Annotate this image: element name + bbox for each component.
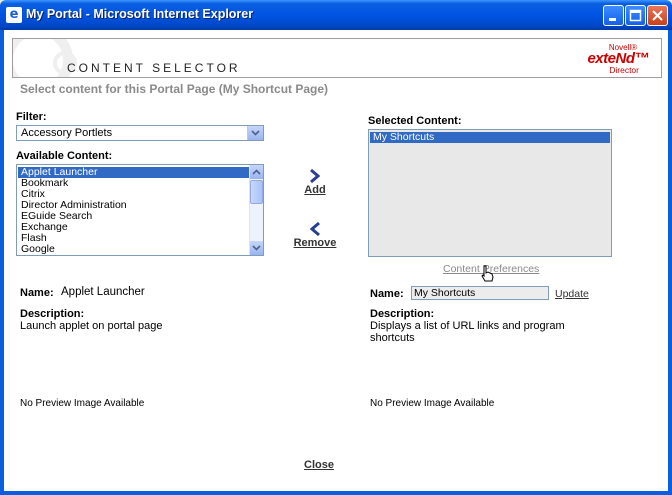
scroll-thumb[interactable]: [250, 180, 263, 204]
maximize-icon: [629, 9, 642, 22]
add-button-label: Add: [304, 184, 326, 196]
maximize-button[interactable]: [625, 5, 646, 26]
available-content-list[interactable]: Applet Launcher Bookmark Citrix Director…: [16, 164, 264, 256]
chevron-left-icon: [309, 221, 320, 237]
chevron-right-icon: [310, 168, 321, 184]
left-name-label: Name:: [20, 287, 54, 299]
minimize-button[interactable]: [603, 5, 624, 26]
window-title: My Portal - Microsoft Internet Explorer: [26, 7, 254, 21]
filter-selected-value: Accessory Portlets: [21, 127, 113, 139]
list-item[interactable]: Exchange: [18, 222, 249, 233]
filter-label: Filter:: [16, 111, 47, 123]
page-subtitle: Select content for this Portal Page (My …: [20, 82, 329, 96]
close-icon: [652, 10, 663, 21]
left-description-label: Description:: [20, 308, 85, 320]
left-preview-text: No Preview Image Available: [20, 398, 145, 409]
remove-button[interactable]: Remove: [292, 221, 338, 249]
banner-heading: CONTENT SELECTOR: [67, 61, 241, 75]
left-name-value: Applet Launcher: [61, 286, 145, 298]
minimize-icon: [609, 18, 616, 21]
right-description-label: Description:: [370, 308, 435, 320]
selected-content-list[interactable]: My Shortcuts: [368, 129, 612, 257]
add-button[interactable]: Add: [300, 168, 330, 196]
hand-cursor-icon: [481, 265, 494, 282]
left-description-value: Launch applet on portal page: [20, 320, 163, 332]
content-selector-banner: CONTENT SELECTOR Novell® exteNd™ Directo…: [12, 38, 662, 78]
available-content-label: Available Content:: [16, 150, 113, 162]
right-name-label: Name:: [370, 288, 404, 300]
name-input-value: My Shortcuts: [414, 287, 476, 299]
right-description-value: Displays a list of URL links and program…: [370, 320, 565, 344]
selected-content-label: Selected Content:: [368, 115, 462, 127]
filter-select[interactable]: Accessory Portlets: [16, 125, 264, 141]
ie-icon: e: [6, 7, 22, 23]
close-window-button[interactable]: [647, 5, 668, 26]
scroll-down-icon[interactable]: [250, 241, 263, 255]
available-list-scrollbar[interactable]: [249, 165, 263, 255]
list-item[interactable]: My Shortcuts: [370, 132, 610, 143]
list-item[interactable]: Google: [18, 244, 249, 255]
content-selector-page: CONTENT SELECTOR Novell® exteNd™ Directo…: [4, 30, 668, 491]
remove-button-label: Remove: [293, 237, 337, 249]
scroll-up-icon[interactable]: [250, 165, 263, 179]
list-item[interactable]: Bookmark: [18, 178, 249, 189]
update-link[interactable]: Update: [555, 288, 589, 300]
close-link[interactable]: Close: [304, 459, 334, 471]
title-bar[interactable]: e My Portal - Microsoft Internet Explore…: [0, 0, 672, 30]
window-frame: CONTENT SELECTOR Novell® exteNd™ Directo…: [0, 30, 672, 495]
ie-window: e My Portal - Microsoft Internet Explore…: [0, 0, 672, 495]
right-preview-text: No Preview Image Available: [370, 398, 495, 409]
dropdown-arrow-icon[interactable]: [247, 126, 263, 140]
name-input[interactable]: My Shortcuts: [411, 286, 549, 300]
director-logo-text: Director: [609, 65, 639, 75]
